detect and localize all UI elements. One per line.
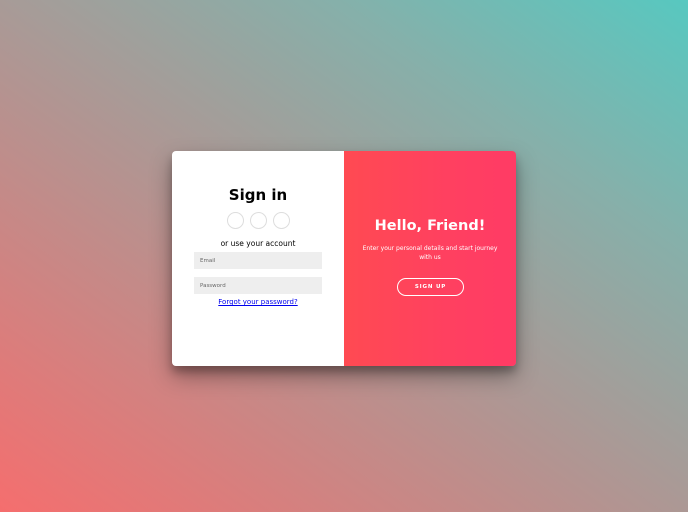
facebook-button[interactable] <box>226 212 244 229</box>
alt-login-text: or use your account <box>220 239 296 248</box>
overlay-title: Hello, Friend! <box>374 218 486 234</box>
password-field[interactable] <box>194 277 322 294</box>
email-field[interactable] <box>194 252 322 269</box>
social-buttons <box>172 212 344 229</box>
sign-up-button[interactable]: SIGN UP <box>397 278 464 296</box>
forgot-password-link[interactable]: Forgot your password? <box>172 298 344 306</box>
auth-card: Sign in or use your account Forgot your … <box>172 151 516 366</box>
sign-in-title: Sign in <box>228 186 288 204</box>
overlay-description: Enter your personal details and start jo… <box>362 245 498 261</box>
overlay-panel: Hello, Friend! Enter your personal detai… <box>344 151 516 366</box>
google-button[interactable] <box>249 212 267 229</box>
linkedin-button[interactable] <box>272 212 290 229</box>
sign-in-panel: Sign in or use your account Forgot your … <box>172 151 344 366</box>
